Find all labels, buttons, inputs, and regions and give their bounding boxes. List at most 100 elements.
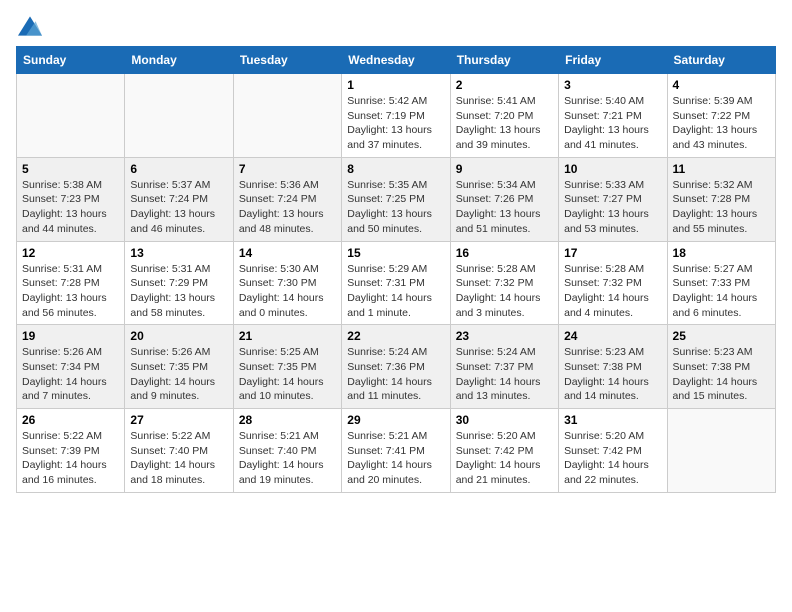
day-info: Sunrise: 5:30 AM Sunset: 7:30 PM Dayligh… (239, 262, 336, 321)
day-info: Sunrise: 5:27 AM Sunset: 7:33 PM Dayligh… (673, 262, 770, 321)
day-number: 6 (130, 162, 227, 176)
logo-icon (18, 16, 42, 36)
calendar-cell: 29 Sunrise: 5:21 AM Sunset: 7:41 PM Dayli… (342, 409, 450, 493)
day-number: 22 (347, 329, 444, 343)
day-number: 4 (673, 78, 770, 92)
calendar-cell: 24 Sunrise: 5:23 AM Sunset: 7:38 PM Dayli… (559, 325, 667, 409)
day-number: 11 (673, 162, 770, 176)
weekday-header-wednesday: Wednesday (342, 47, 450, 74)
day-info: Sunrise: 5:31 AM Sunset: 7:28 PM Dayligh… (22, 262, 119, 321)
day-number: 1 (347, 78, 444, 92)
calendar-cell (125, 74, 233, 158)
day-info: Sunrise: 5:21 AM Sunset: 7:40 PM Dayligh… (239, 429, 336, 488)
calendar-cell: 31 Sunrise: 5:20 AM Sunset: 7:42 PM Dayli… (559, 409, 667, 493)
weekday-header-saturday: Saturday (667, 47, 775, 74)
calendar-cell: 4 Sunrise: 5:39 AM Sunset: 7:22 PM Daylig… (667, 74, 775, 158)
day-info: Sunrise: 5:34 AM Sunset: 7:26 PM Dayligh… (456, 178, 553, 237)
day-number: 29 (347, 413, 444, 427)
day-number: 20 (130, 329, 227, 343)
page-header (16, 16, 776, 36)
calendar-cell: 22 Sunrise: 5:24 AM Sunset: 7:36 PM Dayli… (342, 325, 450, 409)
day-info: Sunrise: 5:20 AM Sunset: 7:42 PM Dayligh… (564, 429, 661, 488)
calendar-header-row: SundayMondayTuesdayWednesdayThursdayFrid… (17, 47, 776, 74)
calendar-cell: 28 Sunrise: 5:21 AM Sunset: 7:40 PM Dayli… (233, 409, 341, 493)
day-number: 2 (456, 78, 553, 92)
day-number: 10 (564, 162, 661, 176)
calendar-cell: 3Sunrise: 5:40 AM Sunset: 7:21 PM Daylig… (559, 74, 667, 158)
day-info: Sunrise: 5:22 AM Sunset: 7:39 PM Dayligh… (22, 429, 119, 488)
logo-text (16, 16, 42, 36)
day-info: Sunrise: 5:26 AM Sunset: 7:35 PM Dayligh… (130, 345, 227, 404)
day-info: Sunrise: 5:22 AM Sunset: 7:40 PM Dayligh… (130, 429, 227, 488)
day-info: Sunrise: 5:37 AM Sunset: 7:24 PM Dayligh… (130, 178, 227, 237)
calendar-cell: 21 Sunrise: 5:25 AM Sunset: 7:35 PM Dayli… (233, 325, 341, 409)
day-number: 30 (456, 413, 553, 427)
calendar-cell: 2 Sunrise: 5:41 AM Sunset: 7:20 PM Daylig… (450, 74, 558, 158)
calendar-cell: 7 Sunrise: 5:36 AM Sunset: 7:24 PM Daylig… (233, 157, 341, 241)
day-number: 5 (22, 162, 119, 176)
calendar-cell: 14 Sunrise: 5:30 AM Sunset: 7:30 PM Dayli… (233, 241, 341, 325)
day-number: 28 (239, 413, 336, 427)
calendar-cell: 1Sunrise: 5:42 AM Sunset: 7:19 PM Daylig… (342, 74, 450, 158)
calendar-week-row: 1Sunrise: 5:42 AM Sunset: 7:19 PM Daylig… (17, 74, 776, 158)
day-info: Sunrise: 5:23 AM Sunset: 7:38 PM Dayligh… (673, 345, 770, 404)
day-info: Sunrise: 5:28 AM Sunset: 7:32 PM Dayligh… (564, 262, 661, 321)
calendar-cell: 11Sunrise: 5:32 AM Sunset: 7:28 PM Dayli… (667, 157, 775, 241)
weekday-header-thursday: Thursday (450, 47, 558, 74)
day-info: Sunrise: 5:35 AM Sunset: 7:25 PM Dayligh… (347, 178, 444, 237)
day-number: 25 (673, 329, 770, 343)
calendar-cell (17, 74, 125, 158)
day-info: Sunrise: 5:29 AM Sunset: 7:31 PM Dayligh… (347, 262, 444, 321)
day-number: 26 (22, 413, 119, 427)
day-info: Sunrise: 5:41 AM Sunset: 7:20 PM Dayligh… (456, 94, 553, 153)
calendar-cell: 30Sunrise: 5:20 AM Sunset: 7:42 PM Dayli… (450, 409, 558, 493)
day-number: 14 (239, 246, 336, 260)
calendar-cell: 8 Sunrise: 5:35 AM Sunset: 7:25 PM Daylig… (342, 157, 450, 241)
calendar-cell: 17 Sunrise: 5:28 AM Sunset: 7:32 PM Dayli… (559, 241, 667, 325)
day-number: 9 (456, 162, 553, 176)
calendar-cell: 26 Sunrise: 5:22 AM Sunset: 7:39 PM Dayli… (17, 409, 125, 493)
day-info: Sunrise: 5:38 AM Sunset: 7:23 PM Dayligh… (22, 178, 119, 237)
calendar-cell: 5 Sunrise: 5:38 AM Sunset: 7:23 PM Daylig… (17, 157, 125, 241)
day-info: Sunrise: 5:25 AM Sunset: 7:35 PM Dayligh… (239, 345, 336, 404)
day-number: 7 (239, 162, 336, 176)
day-number: 13 (130, 246, 227, 260)
day-number: 12 (22, 246, 119, 260)
day-info: Sunrise: 5:21 AM Sunset: 7:41 PM Dayligh… (347, 429, 444, 488)
day-number: 24 (564, 329, 661, 343)
day-number: 16 (456, 246, 553, 260)
calendar-week-row: 19Sunrise: 5:26 AM Sunset: 7:34 PM Dayli… (17, 325, 776, 409)
calendar-table: SundayMondayTuesdayWednesdayThursdayFrid… (16, 46, 776, 493)
day-number: 27 (130, 413, 227, 427)
calendar-cell: 20 Sunrise: 5:26 AM Sunset: 7:35 PM Dayli… (125, 325, 233, 409)
day-number: 23 (456, 329, 553, 343)
calendar-cell: 19Sunrise: 5:26 AM Sunset: 7:34 PM Dayli… (17, 325, 125, 409)
day-info: Sunrise: 5:36 AM Sunset: 7:24 PM Dayligh… (239, 178, 336, 237)
calendar-cell: 18Sunrise: 5:27 AM Sunset: 7:33 PM Dayli… (667, 241, 775, 325)
calendar-cell: 13 Sunrise: 5:31 AM Sunset: 7:29 PM Dayli… (125, 241, 233, 325)
day-info: Sunrise: 5:24 AM Sunset: 7:37 PM Dayligh… (456, 345, 553, 404)
day-info: Sunrise: 5:23 AM Sunset: 7:38 PM Dayligh… (564, 345, 661, 404)
day-info: Sunrise: 5:39 AM Sunset: 7:22 PM Dayligh… (673, 94, 770, 153)
calendar-cell: 12 Sunrise: 5:31 AM Sunset: 7:28 PM Dayli… (17, 241, 125, 325)
calendar-week-row: 12 Sunrise: 5:31 AM Sunset: 7:28 PM Dayli… (17, 241, 776, 325)
calendar-week-row: 5 Sunrise: 5:38 AM Sunset: 7:23 PM Daylig… (17, 157, 776, 241)
calendar-cell: 10 Sunrise: 5:33 AM Sunset: 7:27 PM Dayli… (559, 157, 667, 241)
calendar-week-row: 26 Sunrise: 5:22 AM Sunset: 7:39 PM Dayli… (17, 409, 776, 493)
day-number: 19 (22, 329, 119, 343)
day-info: Sunrise: 5:24 AM Sunset: 7:36 PM Dayligh… (347, 345, 444, 404)
calendar-cell (667, 409, 775, 493)
day-number: 8 (347, 162, 444, 176)
calendar-cell: 25 Sunrise: 5:23 AM Sunset: 7:38 PM Dayli… (667, 325, 775, 409)
day-info: Sunrise: 5:28 AM Sunset: 7:32 PM Dayligh… (456, 262, 553, 321)
day-info: Sunrise: 5:31 AM Sunset: 7:29 PM Dayligh… (130, 262, 227, 321)
weekday-header-sunday: Sunday (17, 47, 125, 74)
day-number: 15 (347, 246, 444, 260)
calendar-cell: 23 Sunrise: 5:24 AM Sunset: 7:37 PM Dayli… (450, 325, 558, 409)
day-number: 17 (564, 246, 661, 260)
calendar-cell: 6 Sunrise: 5:37 AM Sunset: 7:24 PM Daylig… (125, 157, 233, 241)
day-number: 21 (239, 329, 336, 343)
day-info: Sunrise: 5:33 AM Sunset: 7:27 PM Dayligh… (564, 178, 661, 237)
day-number: 31 (564, 413, 661, 427)
calendar-cell: 27 Sunrise: 5:22 AM Sunset: 7:40 PM Dayli… (125, 409, 233, 493)
